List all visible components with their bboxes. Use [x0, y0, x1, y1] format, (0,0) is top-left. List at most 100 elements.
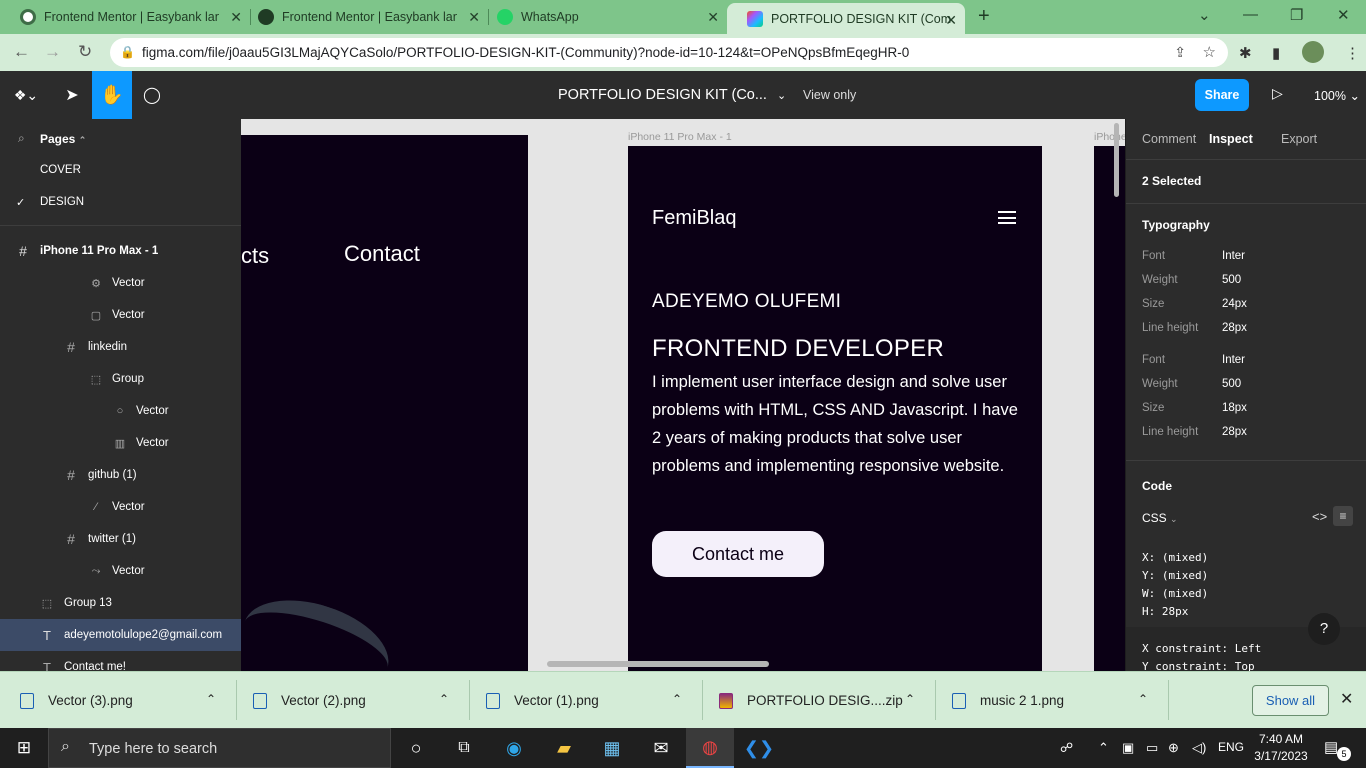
layer-row[interactable]: ⚙ Vector [0, 267, 241, 299]
meet-now-icon[interactable]: ▣ [1122, 740, 1134, 756]
tab-search-icon[interactable]: ⌄ [1198, 6, 1211, 24]
layer-row-selected[interactable]: T adeyemotolulope2@gmail.com [0, 619, 241, 651]
move-tool-icon[interactable]: ➤ [52, 71, 92, 119]
font-label: Font [1142, 250, 1166, 262]
document-title[interactable]: PORTFOLIO DESIGN KIT (Co... ⌄ [558, 87, 786, 103]
download-item[interactable]: PORTFOLIO DESIG....zip ⌃ [699, 672, 935, 729]
tab-export[interactable]: Export [1281, 132, 1317, 146]
browser-tab-3[interactable]: WhatsApp ✕ [477, 0, 727, 34]
chevron-up-icon[interactable]: ⌃ [1138, 692, 1148, 706]
chrome-menu-icon[interactable]: ⋮ [1345, 44, 1360, 62]
layer-row[interactable]: # iPhone 11 Pro Max - 1 [0, 235, 241, 267]
layer-row[interactable]: ▥ Vector [0, 427, 241, 459]
layer-row[interactable]: ○ Vector [0, 395, 241, 427]
browser-tab-1[interactable]: Frontend Mentor | Easybank land ✕ [0, 0, 250, 34]
layer-row[interactable]: ⬚ Group [0, 363, 241, 395]
layer-row[interactable]: ⁄ Vector [0, 491, 241, 523]
browser-tab-4-active[interactable]: PORTFOLIO DESIGN KIT (Commu ✕ [727, 3, 965, 34]
page-item-cover[interactable]: COVER [40, 164, 81, 176]
windows-start-icon[interactable]: ⊞ [0, 728, 48, 768]
extensions-icon[interactable]: ✱ [1239, 44, 1252, 62]
search-icon[interactable]: ⌕ [18, 131, 25, 146]
chevron-up-icon[interactable]: ⌃ [206, 692, 216, 706]
download-item[interactable]: Vector (2).png ⌃ [233, 672, 469, 729]
chevron-up-icon[interactable]: ⌃ [439, 692, 449, 706]
close-icon[interactable]: ✕ [1340, 689, 1353, 709]
network-icon[interactable]: ⊕ [1168, 740, 1179, 756]
list-view-icon[interactable]: ≡ [1333, 506, 1353, 526]
vscode-icon[interactable]: ❮❯ [735, 728, 783, 768]
chrome-icon[interactable]: ◍ [686, 728, 734, 768]
close-icon[interactable]: ✕ [707, 9, 719, 26]
cortana-icon[interactable]: ○ [392, 728, 440, 768]
side-panel-icon[interactable]: ▮ [1272, 44, 1280, 62]
minimize-icon[interactable]: — [1243, 6, 1258, 23]
volume-icon[interactable]: ◁) [1192, 740, 1206, 756]
tab-comment[interactable]: Comment [1142, 132, 1196, 146]
hand-tool-icon[interactable]: ✋ [92, 71, 132, 119]
tab-inspect[interactable]: Inspect [1209, 132, 1253, 146]
zoom-dropdown[interactable]: 100% ⌄ [1314, 88, 1360, 103]
layer-row[interactable]: ⬚ Group 13 [0, 587, 241, 619]
present-play-icon[interactable]: ▷ [1272, 85, 1283, 102]
download-item[interactable]: Vector (1).png ⌃ [466, 672, 702, 729]
new-tab-button[interactable]: + [978, 5, 990, 28]
edge-icon[interactable]: ◉ [490, 728, 538, 768]
layer-row[interactable]: ⤳ Vector [0, 555, 241, 587]
figma-menu-icon[interactable]: ❖⌄ [6, 71, 46, 119]
vertical-scrollbar[interactable] [1114, 123, 1119, 197]
code-view-icon[interactable]: <> [1312, 509, 1327, 524]
reload-icon[interactable]: ↻ [78, 42, 92, 62]
text-icon: T [43, 627, 51, 643]
taskbar-search[interactable]: ⌕ Type here to search [48, 728, 391, 768]
next-frame-partial[interactable] [1094, 146, 1125, 671]
desktop-frame-partial[interactable]: cts Contact [241, 135, 528, 671]
language-indicator[interactable]: ENG [1218, 740, 1244, 754]
comment-tool-icon[interactable]: ◯ [132, 71, 172, 119]
layer-row[interactable]: # github (1) [0, 459, 241, 491]
layer-name: Group [112, 373, 144, 385]
tray-chevron-up-icon[interactable]: ⌃ [1098, 740, 1109, 756]
lock-icon[interactable]: 🔒 [120, 45, 135, 59]
share-button[interactable]: Share [1195, 79, 1249, 111]
restore-icon[interactable]: ❐ [1290, 6, 1303, 24]
horizontal-scrollbar[interactable] [547, 661, 769, 667]
browser-tab-2[interactable]: Frontend Mentor | Easybank land ✕ [238, 0, 488, 34]
address-bar[interactable]: 🔒 figma.com/file/j0aau5GI3LMajAQYCaSolo/… [110, 38, 1228, 67]
show-all-button[interactable]: Show all [1252, 685, 1329, 716]
microsoft-store-icon[interactable]: ▦ [588, 728, 636, 768]
code-language-dropdown[interactable]: CSS ⌄ [1142, 511, 1178, 525]
task-view-icon[interactable]: ⧉ [440, 728, 488, 768]
browser-tab-strip: Frontend Mentor | Easybank land ✕ Fronte… [0, 0, 1366, 34]
iphone-frame[interactable]: FemiBlaq ADEYEMO OLUFEMI FRONTEND DEVELO… [628, 146, 1042, 671]
layer-row[interactable]: ▢ Vector [0, 299, 241, 331]
frame-icon: # [67, 467, 75, 483]
download-item[interactable]: Vector (3).png ⌃ [0, 672, 236, 729]
layer-row[interactable]: T Contact me! [0, 651, 241, 672]
frame-label-right[interactable]: iPhone [1094, 131, 1125, 143]
layer-row[interactable]: # twitter (1) [0, 523, 241, 555]
close-icon[interactable]: ✕ [945, 12, 957, 29]
back-icon[interactable]: ← [13, 42, 30, 62]
chevron-up-icon[interactable]: ⌃ [672, 692, 682, 706]
pages-header[interactable]: Pages ⌃ [40, 132, 86, 146]
size-label: Size [1142, 298, 1165, 310]
file-explorer-icon[interactable]: ▰ [540, 728, 588, 768]
share-page-icon[interactable]: ⇪ [1174, 44, 1186, 61]
chevron-up-icon[interactable]: ⌃ [905, 692, 915, 706]
vector-icon: ⤳ [91, 564, 101, 577]
page-item-design[interactable]: DESIGN [40, 196, 84, 208]
people-icon[interactable]: ☍ [1060, 740, 1073, 756]
clock[interactable]: 7:40 AM 3/17/2023 [1252, 731, 1310, 765]
layer-row[interactable]: # linkedin [0, 331, 241, 363]
bookmark-star-icon[interactable]: ☆ [1203, 43, 1216, 61]
help-button[interactable]: ? [1308, 613, 1340, 645]
battery-icon[interactable]: ▭ [1146, 740, 1158, 756]
design-canvas[interactable]: cts Contact iPhone 11 Pro Max - 1 iPhone… [241, 119, 1125, 671]
download-item[interactable]: music 2 1.png ⌃ [932, 672, 1168, 729]
frame-label[interactable]: iPhone 11 Pro Max - 1 [628, 131, 732, 143]
window-close-icon[interactable]: ✕ [1337, 6, 1350, 24]
mail-icon[interactable]: ✉ [637, 728, 685, 768]
forward-icon[interactable]: → [44, 42, 61, 62]
profile-avatar[interactable] [1302, 41, 1324, 63]
